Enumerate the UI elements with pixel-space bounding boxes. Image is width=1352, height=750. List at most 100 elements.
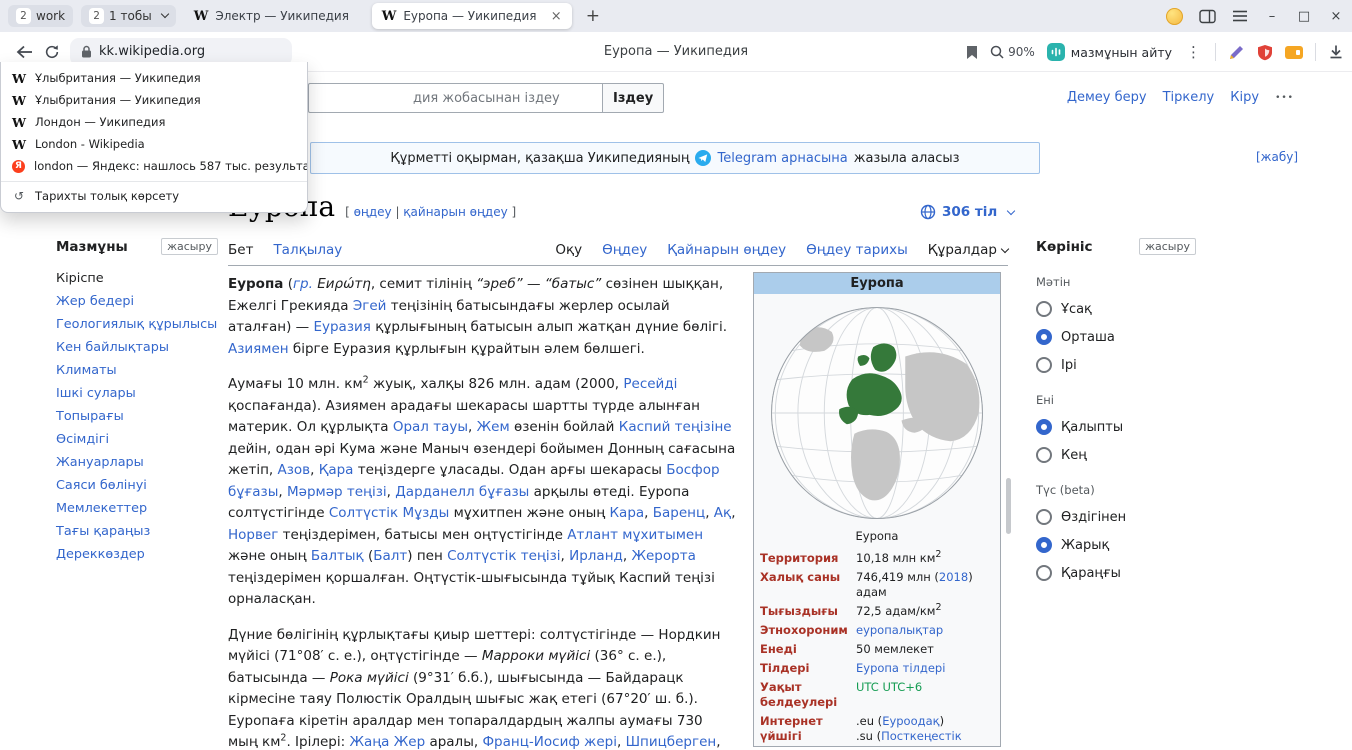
wikipedia-icon: W	[12, 93, 26, 108]
toc-item[interactable]: Дереккөздер	[56, 543, 218, 566]
kebab-menu-icon[interactable]: ⋮	[1184, 43, 1203, 61]
europe-globe-image[interactable]	[764, 300, 990, 526]
radio-checked-icon[interactable]	[1036, 419, 1052, 435]
radio-unchecked-icon[interactable]	[1036, 509, 1052, 525]
tab-group-count: 2	[16, 8, 31, 24]
tab-group-1-toby[interactable]: 2 1 тобы	[81, 5, 176, 27]
suggestion-item[interactable]: WҰлыбритания — Уикипедия	[1, 89, 307, 111]
appearance-option[interactable]: Жарық	[1036, 537, 1196, 553]
close-window-icon[interactable]: ×	[1328, 9, 1344, 24]
toc-item[interactable]: Саяси бөлінуі	[56, 474, 218, 497]
page-tab[interactable]: Өңдеу	[602, 242, 647, 258]
appearance-option[interactable]: Өздігінен	[1036, 509, 1196, 525]
tab-title: Еуропа — Уикипедия	[403, 9, 543, 23]
infobox-value: Еуропа тілдері	[856, 661, 994, 676]
scrollbar-thumb[interactable]	[1006, 478, 1011, 534]
banner-close-link[interactable]: [жабу]	[1256, 150, 1298, 164]
page-tab[interactable]: Талқылау	[273, 242, 342, 258]
minimize-icon[interactable]: –	[1264, 9, 1280, 24]
divider	[1315, 43, 1316, 61]
page-tab[interactable]: Қайнарын өңдеу	[667, 242, 786, 258]
zoom-control[interactable]: 90%	[990, 45, 1035, 59]
appearance-option[interactable]: Ұсақ	[1036, 301, 1196, 317]
tab-europa-wikipedia[interactable]: W Еуропа — Уикипедия ×	[372, 3, 572, 29]
orange-extension-icon[interactable]	[1285, 46, 1303, 59]
toc-item[interactable]: Мемлекеттер	[56, 497, 218, 520]
infobox-label: Этнохороним	[760, 623, 856, 638]
toc-item[interactable]: Кіріспе	[56, 267, 218, 290]
appearance-hide-button[interactable]: жасыру	[1139, 238, 1196, 255]
header-link[interactable]: Тіркелу	[1163, 90, 1215, 105]
bookmark-icon[interactable]	[966, 45, 978, 60]
header-link[interactable]: Демеу беру	[1067, 90, 1147, 105]
appearance-option-label: Өздігінен	[1061, 510, 1126, 525]
page-tab[interactable]: Бет	[228, 242, 253, 258]
tab-close-icon[interactable]: ×	[551, 9, 562, 24]
maximize-icon[interactable]: □	[1296, 9, 1312, 24]
title-edit-links[interactable]: [ өңдеу | қайнарын өңдеу ]	[345, 205, 516, 219]
divider	[1215, 43, 1216, 61]
toc-item[interactable]: Ішкі сулары	[56, 382, 218, 405]
appearance-group-label: Ені	[1036, 393, 1196, 407]
radio-unchecked-icon[interactable]	[1036, 565, 1052, 581]
language-count: 306 тіл	[942, 204, 997, 220]
appearance-option-label: Жарық	[1061, 538, 1109, 553]
toc-item[interactable]: Жер бедері	[56, 290, 218, 313]
downloads-icon[interactable]	[1328, 44, 1344, 60]
page-tab[interactable]: Өңдеу тарихы	[806, 242, 908, 258]
shield-extension-icon[interactable]	[1257, 44, 1273, 61]
toc-item[interactable]: Тағы қараңыз	[56, 520, 218, 543]
toc-item[interactable]: Кен байлықтары	[56, 336, 218, 359]
toc-item[interactable]: Өсімдігі	[56, 428, 218, 451]
appearance-option[interactable]: Орташа	[1036, 329, 1196, 345]
toc-item[interactable]: Геологиялық құрылысы	[56, 313, 218, 336]
magnifier-icon	[990, 45, 1004, 59]
appearance-option-label: Кең	[1061, 448, 1087, 463]
header-link[interactable]: Кіру	[1230, 90, 1259, 105]
radio-unchecked-icon[interactable]	[1036, 447, 1052, 463]
new-tab-button[interactable]: +	[580, 6, 606, 26]
toc-item[interactable]: Климаты	[56, 359, 218, 382]
wiki-search-input[interactable]: дия жобасынан іздеу	[308, 83, 602, 113]
language-selector[interactable]: 306 тіл	[920, 204, 1014, 220]
toc-hide-button[interactable]: жасыру	[161, 238, 218, 255]
suggestion-item[interactable]: WҰлыбритания — Уикипедия	[1, 67, 307, 89]
suggestion-item[interactable]: WЛондон — Уикипедия	[1, 111, 307, 133]
radio-checked-icon[interactable]	[1036, 537, 1052, 553]
telegram-link[interactable]: Telegram арнасына	[717, 151, 847, 166]
more-options-icon[interactable]: •••	[1275, 93, 1294, 103]
toc-item[interactable]: Жануарлары	[56, 451, 218, 474]
appearance-option[interactable]: Қараңғы	[1036, 565, 1196, 581]
suggestion-item[interactable]: ↺Тарихты толық көрсету	[1, 181, 307, 206]
page-tabs-left: Бет Талқылау	[228, 242, 342, 265]
tab-electr-wikipedia[interactable]: W Электр — Уикипедия	[184, 4, 364, 28]
tab-group-label: work	[36, 9, 65, 23]
radio-unchecked-icon[interactable]	[1036, 357, 1052, 373]
wiki-search-button[interactable]: Іздеу	[602, 83, 664, 113]
appearance-group-label: Түс (beta)	[1036, 483, 1196, 497]
infobox-row: Халық саны746,419 млн (2018) адам	[754, 568, 1000, 602]
pen-extension-icon[interactable]	[1228, 44, 1245, 61]
promo-icon[interactable]	[1166, 8, 1183, 25]
appearance-option[interactable]: Қалыпты	[1036, 419, 1196, 435]
suggestion-text: Ұлыбритания — Уикипедия	[35, 71, 201, 85]
lock-icon	[81, 45, 92, 58]
hamburger-menu-icon[interactable]	[1232, 10, 1248, 22]
suggestion-text: London - Wikipedia	[35, 137, 145, 151]
read-aloud-button[interactable]: мазмұнын айту	[1047, 43, 1172, 61]
radio-checked-icon[interactable]	[1036, 329, 1052, 345]
suggestion-item[interactable]: WLondon - Wikipedia	[1, 133, 307, 155]
toc-item[interactable]: Топырағы	[56, 405, 218, 428]
infobox-value: 746,419 млн (2018) адам	[856, 570, 994, 600]
appearance-option[interactable]: Ірі	[1036, 357, 1196, 373]
page-tab[interactable]: Құралдар	[928, 242, 1008, 258]
infobox-value: UTC UTC+6	[856, 680, 994, 710]
tab-panel-icon[interactable]	[1199, 9, 1216, 24]
tab-group-work[interactable]: 2 work	[8, 5, 73, 27]
radio-unchecked-icon[interactable]	[1036, 301, 1052, 317]
suggestion-item[interactable]: Яlondon — Яндекс: нашлось 587 тыс. резул…	[1, 155, 307, 177]
appearance-option[interactable]: Кең	[1036, 447, 1196, 463]
page-tab[interactable]: Оқу	[555, 242, 582, 258]
table-of-contents: Мазмұны жасыру КіріспеЖер бедеріГеология…	[56, 238, 218, 566]
tab-group-count: 2	[89, 8, 104, 24]
